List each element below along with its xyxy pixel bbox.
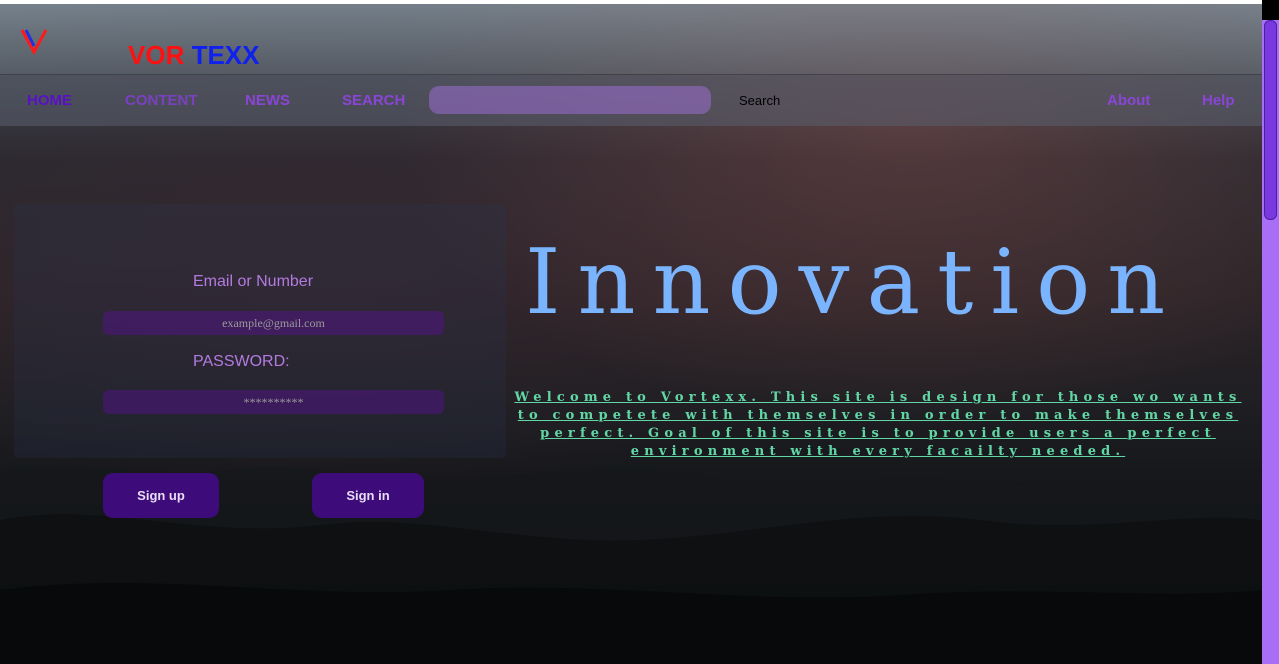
brand-name: VOR TEXX (128, 40, 260, 71)
scrollbar-thumb[interactable] (1264, 20, 1277, 220)
sign-up-button[interactable]: Sign up (103, 473, 219, 518)
nav-help-link[interactable]: Help (1202, 92, 1235, 109)
search-button[interactable]: Search (739, 93, 780, 108)
nav-news-link[interactable]: NEWS (245, 92, 290, 109)
nav-content-link[interactable]: CONTENT (125, 92, 198, 109)
nav-home-link[interactable]: HOME (27, 92, 72, 109)
welcome-text: Welcome to Vortexx. This site is design … (514, 390, 1242, 459)
sign-in-button[interactable]: Sign in (312, 473, 424, 518)
navbar: HOME CONTENT NEWS SEARCH Search About He… (0, 74, 1262, 126)
hero-title: Innovation (525, 230, 1183, 335)
password-field[interactable] (103, 390, 444, 414)
email-field[interactable] (103, 311, 444, 335)
brand-name-part1: VOR (128, 40, 185, 70)
nav-search-link[interactable]: SEARCH (342, 92, 405, 109)
scrollbar-top (1262, 0, 1279, 20)
nav-about-link[interactable]: About (1107, 92, 1150, 109)
search-input[interactable] (429, 86, 711, 114)
header: VOR TEXX (0, 4, 1262, 74)
password-label: PASSWORD: (193, 353, 290, 370)
scrollbar[interactable] (1262, 0, 1279, 664)
v-logo-icon (20, 29, 48, 56)
brand-name-part2: TEXX (191, 40, 260, 70)
email-label: Email or Number (193, 273, 314, 290)
